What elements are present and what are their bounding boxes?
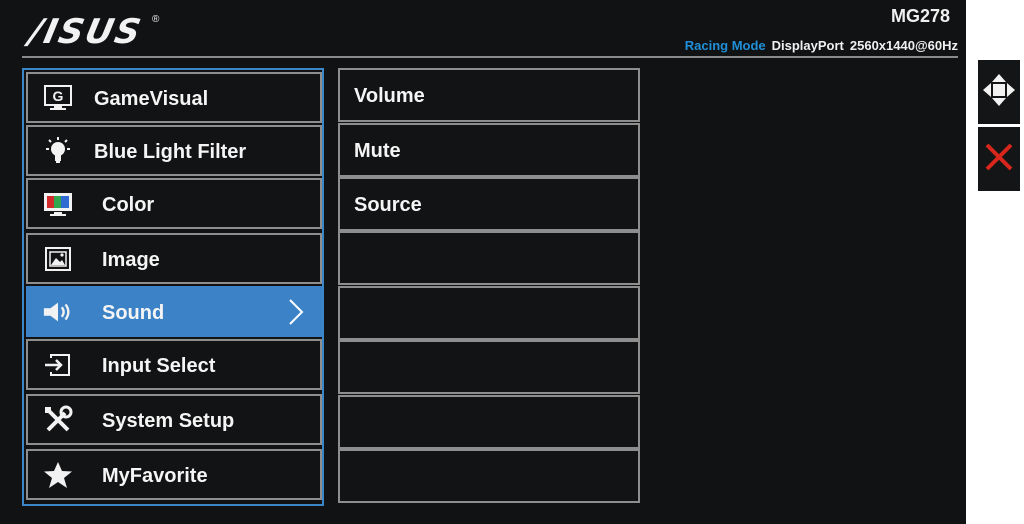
- menu-item-input-select[interactable]: Input Select: [26, 339, 322, 390]
- bulb-icon: [42, 137, 74, 165]
- four-way-arrow-icon: [982, 73, 1016, 112]
- menu-label-system-setup: System Setup: [102, 410, 235, 432]
- osd-panel: /ISUS ® MG278 Racing Mode DisplayPort 2560…: [0, 0, 966, 524]
- menu-item-color[interactable]: Color: [26, 178, 322, 229]
- menu-label-myfavorite: MyFavorite: [102, 465, 208, 487]
- sub-item-volume[interactable]: Volume: [338, 68, 640, 122]
- sub-label-mute: Mute: [354, 140, 401, 162]
- menu-label-input-select: Input Select: [102, 355, 216, 377]
- sub-item-empty-5: [338, 449, 640, 503]
- status-resolution: 2560x1440@60Hz: [849, 38, 958, 53]
- menu-label-sound: Sound: [102, 302, 165, 324]
- menu-label-image: Image: [102, 249, 160, 271]
- model-name: MG278: [890, 6, 950, 26]
- sub-label-volume: Volume: [354, 85, 425, 107]
- sub-item-empty-1: [338, 231, 640, 285]
- input-select-icon: [42, 351, 74, 379]
- menu-label-gamevisual: GameVisual: [94, 88, 209, 110]
- menu-item-blue-light-filter[interactable]: Blue Light Filter: [26, 125, 322, 176]
- header-divider: [22, 56, 958, 58]
- menu-item-sound[interactable]: Sound: [26, 286, 322, 337]
- sub-menu: Volume Mute Source: [338, 68, 640, 506]
- gamevisual-icon: G: [42, 84, 74, 112]
- chevron-right-icon: [286, 297, 306, 327]
- svg-text:G: G: [53, 88, 64, 104]
- status-input: DisplayPort: [771, 38, 844, 53]
- sub-label-source: Source: [354, 194, 422, 216]
- menu-label-blue-light-filter: Blue Light Filter: [94, 141, 247, 163]
- menu-item-system-setup[interactable]: System Setup: [26, 394, 322, 445]
- asus-logo: /ISUS: [25, 12, 146, 52]
- close-button[interactable]: [978, 127, 1020, 191]
- sub-item-empty-4: [338, 395, 640, 449]
- sub-item-empty-3: [338, 340, 640, 394]
- color-icon: [42, 190, 74, 218]
- sub-item-source[interactable]: Source: [338, 177, 640, 231]
- main-menu: G GameVisual Blue Light Filter Color Ima…: [22, 68, 324, 506]
- image-icon: [42, 245, 74, 273]
- logo-registered-mark: ®: [152, 14, 160, 25]
- navigate-button[interactable]: [978, 60, 1020, 124]
- menu-item-gamevisual[interactable]: G GameVisual: [26, 72, 322, 123]
- status-mode: Racing Mode: [684, 38, 766, 53]
- speaker-icon: [42, 298, 74, 326]
- close-icon: [983, 141, 1015, 178]
- menu-item-myfavorite[interactable]: MyFavorite: [26, 449, 322, 500]
- page: /ISUS ® MG278 Racing Mode DisplayPort 2560…: [0, 0, 1024, 524]
- sub-item-empty-2: [338, 286, 640, 340]
- tools-icon: [42, 405, 74, 434]
- star-icon: [42, 461, 74, 489]
- status-bar: Racing Mode DisplayPort 2560x1440@60Hz: [685, 38, 958, 53]
- sub-item-mute[interactable]: Mute: [338, 123, 640, 177]
- menu-label-color: Color: [102, 194, 155, 216]
- menu-item-image[interactable]: Image: [26, 233, 322, 284]
